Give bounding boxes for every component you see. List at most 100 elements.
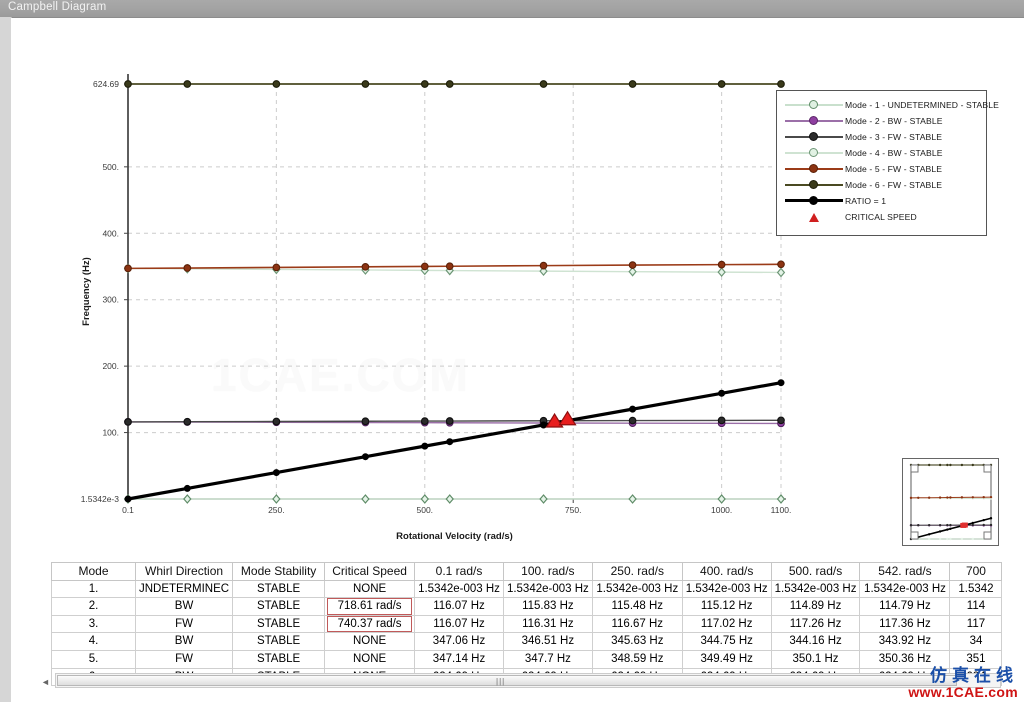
minimap-zoom-handle[interactable] bbox=[910, 531, 919, 540]
data-point-marker bbox=[272, 494, 281, 504]
table-cell[interactable]: STABLE bbox=[232, 579, 326, 599]
table-cell[interactable]: 347.7 Hz bbox=[502, 649, 593, 669]
minimap-point bbox=[927, 463, 931, 467]
table-cell[interactable]: 34 bbox=[949, 632, 1003, 651]
table-cell[interactable]: 347.14 Hz bbox=[414, 649, 504, 669]
table-cell[interactable]: 344.16 Hz bbox=[770, 632, 861, 651]
table-cell[interactable]: 347.06 Hz bbox=[414, 632, 504, 651]
table-cell[interactable]: FW bbox=[134, 649, 234, 669]
table-cell[interactable]: 117 bbox=[949, 614, 1003, 634]
data-point-marker bbox=[446, 438, 454, 446]
table-cell[interactable]: 344.75 Hz bbox=[681, 632, 772, 651]
minimap-point bbox=[946, 523, 949, 527]
table-cell[interactable]: 1.5342e-003 Hz bbox=[591, 579, 683, 599]
table-cell[interactable]: 116.31 Hz bbox=[502, 614, 593, 634]
table-cell[interactable]: BW bbox=[134, 597, 234, 616]
table-row[interactable]: 1. JNDETERMINEC STABLE NONE 1.5342e-003 Hz 1.… bbox=[51, 579, 1003, 599]
results-table-panel[interactable]: Mode Whirl Direction Mode Stability Critica… bbox=[11, 553, 1024, 702]
series-line bbox=[127, 263, 782, 270]
table-column-header[interactable]: 400. rad/s bbox=[681, 562, 772, 581]
table-cell[interactable]: 115.83 Hz bbox=[502, 597, 593, 616]
table-cell[interactable]: 117.36 Hz bbox=[859, 614, 951, 634]
data-point-marker bbox=[777, 416, 785, 425]
table-cell[interactable]: FW bbox=[134, 614, 234, 634]
table-cell[interactable]: JNDETERMINEC bbox=[134, 579, 234, 599]
minimap-point bbox=[971, 496, 975, 499]
table-cell[interactable]: 350.1 Hz bbox=[770, 649, 861, 669]
table-row[interactable]: 4. BW STABLE NONE 347.06 Hz 346.51 Hz 345.63 H… bbox=[51, 632, 1003, 651]
table-cell[interactable]: 1.5342e-003 Hz bbox=[859, 579, 951, 599]
table-column-header[interactable]: 542. rad/s bbox=[859, 562, 951, 581]
window-titlebar: Campbell Diagram bbox=[0, 0, 1024, 18]
table-row[interactable]: 3. FW STABLE 740.37 rad/s 116.07 Hz 116.31 Hz… bbox=[51, 614, 1003, 634]
legend-item: Mode - 4 - BW - STABLE bbox=[783, 145, 980, 161]
table-cell[interactable]: 5. bbox=[51, 649, 136, 669]
table-column-header[interactable]: 700 bbox=[949, 562, 1003, 581]
table-cell[interactable]: BW bbox=[134, 632, 234, 651]
table-column-header[interactable]: Mode bbox=[51, 562, 136, 581]
table-cell[interactable]: 1.5342e-003 Hz bbox=[414, 579, 504, 599]
table-cell[interactable]: 117.26 Hz bbox=[770, 614, 861, 634]
table-cell[interactable]: 1.5342 bbox=[949, 579, 1003, 599]
table-cell[interactable]: 1.5342e-003 Hz bbox=[681, 579, 772, 599]
data-point-marker bbox=[628, 494, 637, 504]
table-cell[interactable]: NONE bbox=[324, 649, 416, 669]
table-cell[interactable]: 1.5342e-003 Hz bbox=[502, 579, 593, 599]
legend-marker-icon bbox=[809, 148, 818, 157]
data-point-marker bbox=[445, 262, 454, 271]
table-horizontal-scrollbar[interactable]: ||| bbox=[55, 673, 1001, 688]
table-column-header[interactable]: 100. rad/s bbox=[502, 562, 593, 581]
minimap-zoom-handle[interactable] bbox=[983, 464, 992, 473]
table-cell[interactable]: 115.48 Hz bbox=[591, 597, 683, 616]
site-branding: 仿真在线 www.1CAE.com bbox=[908, 667, 1018, 700]
x-axis-title: Rotational Velocity (rad/s) bbox=[396, 531, 513, 542]
table-cell[interactable]: 117.02 Hz bbox=[681, 614, 772, 634]
minimap-point bbox=[949, 523, 952, 527]
table-cell[interactable]: STABLE bbox=[232, 614, 326, 634]
table-cell[interactable]: NONE bbox=[324, 632, 416, 651]
table-column-header[interactable]: Whirl Direction bbox=[134, 562, 234, 581]
table-cell[interactable]: 116.07 Hz bbox=[414, 614, 504, 634]
chart-minimap[interactable] bbox=[902, 458, 999, 546]
table-column-header[interactable]: Mode Stability bbox=[232, 562, 326, 581]
table-cell[interactable]: STABLE bbox=[232, 597, 326, 616]
table-cell[interactable]: 346.51 Hz bbox=[502, 632, 593, 651]
table-cell[interactable]: 114 bbox=[949, 597, 1003, 616]
table-cell[interactable]: 343.92 Hz bbox=[859, 632, 951, 651]
table-row[interactable]: 2. BW STABLE 718.61 rad/s 116.07 Hz 115.83 Hz… bbox=[51, 597, 1003, 616]
table-cell[interactable]: 1.5342e-003 Hz bbox=[770, 579, 861, 599]
table-cell[interactable]: 349.49 Hz bbox=[681, 649, 772, 669]
chart-canvas[interactable]: 1CAE.COM 1.5342e-3 100. 200. 300. 400. 500. 62… bbox=[11, 18, 1024, 553]
table-column-header[interactable]: 0.1 rad/s bbox=[414, 562, 504, 581]
table-column-header[interactable]: 500. rad/s bbox=[770, 562, 861, 581]
table-cell[interactable]: STABLE bbox=[232, 632, 326, 651]
legend-swatch bbox=[783, 97, 845, 113]
table-cell[interactable]: 116.67 Hz bbox=[591, 614, 683, 634]
table-cell[interactable]: 740.37 rad/s bbox=[324, 614, 416, 634]
table-column-header[interactable]: Critical Speed bbox=[324, 562, 416, 581]
minimap-zoom-handle[interactable] bbox=[910, 464, 919, 473]
table-cell[interactable]: 114.79 Hz bbox=[859, 597, 951, 616]
legend-label: Mode - 4 - BW - STABLE bbox=[845, 148, 943, 158]
table-cell[interactable]: STABLE bbox=[232, 649, 326, 669]
table-row[interactable]: 5. FW STABLE NONE 347.14 Hz 347.7 Hz 348.59 Hz… bbox=[51, 649, 1003, 669]
horizontal-scroll-thumb[interactable] bbox=[57, 675, 957, 686]
y-axis-tick-label: 200. bbox=[102, 361, 119, 371]
data-point-marker bbox=[183, 80, 192, 88]
table-cell[interactable]: 2. bbox=[51, 597, 136, 616]
table-cell[interactable]: 116.07 Hz bbox=[414, 597, 504, 616]
table-cell[interactable]: 348.59 Hz bbox=[591, 649, 683, 669]
table-cell[interactable]: 4. bbox=[51, 632, 136, 651]
scroll-left-arrow[interactable]: ◄ bbox=[41, 677, 50, 687]
table-cell[interactable]: 1. bbox=[51, 579, 136, 599]
table-column-header[interactable]: 250. rad/s bbox=[591, 562, 683, 581]
minimap-zoom-handle[interactable] bbox=[983, 531, 992, 540]
table-cell[interactable]: 718.61 rad/s bbox=[324, 597, 416, 616]
data-point-marker bbox=[718, 389, 726, 397]
table-cell[interactable]: 345.63 Hz bbox=[591, 632, 683, 651]
table-cell[interactable]: 3. bbox=[51, 614, 136, 634]
table-cell[interactable]: 115.12 Hz bbox=[681, 597, 772, 616]
table-cell[interactable]: NONE bbox=[324, 579, 416, 599]
table-cell[interactable]: 114.89 Hz bbox=[770, 597, 861, 616]
minimap-point bbox=[927, 523, 931, 527]
